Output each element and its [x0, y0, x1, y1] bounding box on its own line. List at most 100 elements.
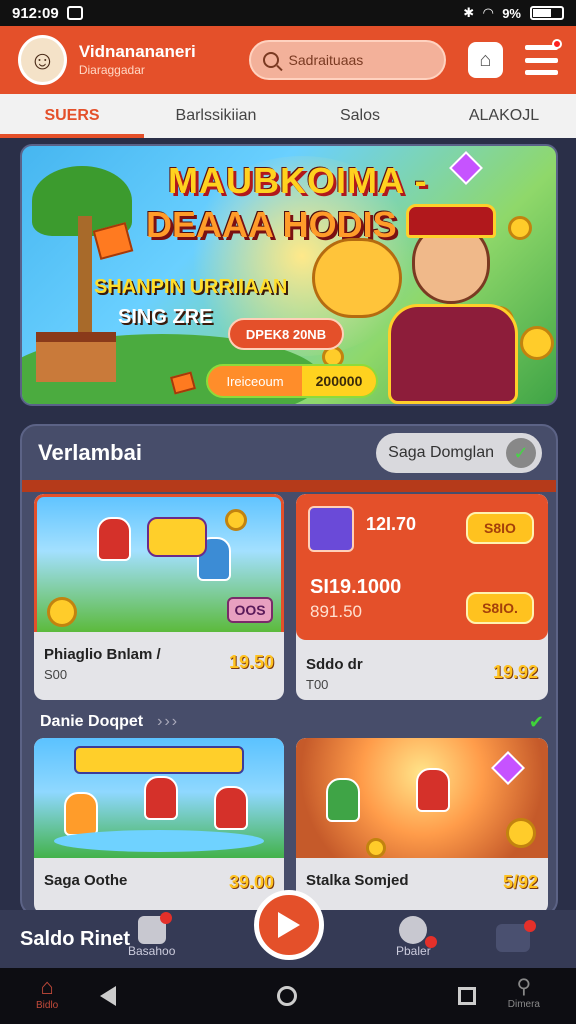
tab-alakojl[interactable]: ALAKOJL	[432, 94, 576, 138]
menu-button[interactable]	[524, 39, 563, 75]
character-icon	[214, 786, 248, 830]
tab-barlssikiian[interactable]: Barlssikiian	[144, 94, 288, 138]
coin-icon	[225, 509, 247, 531]
play-icon	[278, 912, 300, 938]
card-price: 39.00	[228, 872, 274, 892]
coin-icon	[47, 597, 77, 627]
character-icon	[97, 517, 131, 561]
offer-card[interactable]: 12I.70 SI19.1000 891.50 S8IO S8IO. Sddo …	[296, 494, 548, 700]
nav-search[interactable]: ⚲ Dimera	[508, 974, 540, 1010]
nav-search-label: Dimera	[507, 999, 540, 1010]
home-icon-button[interactable]: ⌂	[467, 42, 503, 78]
mascot-character	[382, 204, 532, 404]
toggle-label: Saga Domglan	[388, 444, 494, 461]
offer-button[interactable]: S8IO	[466, 512, 534, 544]
search-placeholder: Sadraituaas	[288, 52, 364, 68]
offer-thumbnail	[308, 506, 354, 552]
game-card[interactable]: OOS Phiaglio Bnlam / S00 19.50	[34, 494, 284, 700]
game-card[interactable]: Saga Oothe 39.00	[34, 738, 284, 914]
status-bar: 912:09 ✱ ◠ 9%	[0, 0, 576, 26]
offer-subamount: 891.50	[310, 602, 362, 621]
nav-home-label: Bidlo	[36, 1000, 59, 1011]
banner-title-line1: MAUBKOIMA -	[168, 160, 428, 201]
battery-icon	[530, 6, 564, 20]
tab-suers[interactable]: SUERS	[0, 94, 144, 138]
profile-icon	[399, 916, 438, 948]
character-icon	[64, 792, 98, 836]
offer-value: 12I.70	[366, 514, 417, 534]
offer-button-2[interactable]: S8IO.	[466, 592, 534, 624]
banner-subtitle: SHANPIN URRIIAAN	[94, 276, 288, 298]
bluetooth-icon: ✱	[463, 5, 475, 20]
coin-icon	[366, 838, 386, 858]
nav-label-left: Basahoo	[128, 944, 176, 958]
battery-percent: 9%	[502, 5, 521, 21]
character-icon	[144, 776, 178, 820]
recents-icon[interactable]	[457, 987, 476, 1005]
card-price: 5/92	[502, 872, 538, 892]
panel-toggle[interactable]: Saga Domglan ✓	[376, 433, 542, 473]
user-subtitle: Diaraggadar	[78, 63, 145, 77]
card-price: 19.50	[228, 652, 274, 672]
panel-header: Verlambai Saga Domglan ✓	[22, 426, 556, 480]
game-badge: OOS	[227, 597, 273, 623]
game-card[interactable]: Stalka Somjed 5/92	[296, 738, 548, 914]
chevron-right-icon[interactable]: ›››	[157, 713, 179, 731]
character-icon	[326, 778, 360, 822]
nav-label-right: Pbaler	[396, 944, 431, 958]
promo-banner[interactable]: MAUBKOIMA - DEAAA HODIS SHANPIN URRIIAAN…	[20, 144, 558, 406]
check-icon: ✔	[528, 711, 544, 732]
card-subtitle: T00	[306, 677, 329, 692]
card-title: Saga Oothe	[44, 872, 128, 889]
notification-dot	[552, 39, 563, 49]
banner-cta-button[interactable]: Ireiceoum 200000	[206, 364, 378, 398]
card-title: Sddo dr	[306, 656, 363, 673]
home-icon: ⌂	[40, 974, 54, 999]
gem-icon	[449, 151, 483, 185]
character-icon	[416, 768, 450, 812]
wifi-icon: ◠	[483, 5, 494, 20]
user-info: Vidnanananeri Diaraggadar	[79, 42, 235, 78]
nav-item-left[interactable]: Basahoo	[128, 912, 176, 958]
nav-item-right[interactable]: Pbaler	[396, 916, 438, 958]
banner-cta-value: 200000	[302, 366, 376, 396]
search-icon: ⚲	[516, 976, 532, 998]
check-icon: ✓	[506, 438, 536, 468]
search-input[interactable]: Sadraituaas	[248, 40, 446, 80]
nav-item-more[interactable]	[496, 920, 536, 952]
section-title: Danie Doqpet	[40, 713, 144, 730]
panel-title: Verlambai	[38, 440, 142, 465]
home-circle-icon[interactable]	[276, 986, 297, 1006]
offer-amount: SI19.1000	[310, 576, 402, 598]
card-subtitle: S00	[44, 667, 68, 682]
notification-icon	[66, 6, 83, 20]
app-header: ☺ Vidnanananeri Diaraggadar Sadraituaas …	[0, 26, 576, 94]
section-header: Danie Doqpet ››› ✔	[40, 710, 544, 734]
gift-icon	[137, 912, 172, 944]
play-button[interactable]	[254, 890, 324, 960]
tab-bar: SUERS Barlssikiian Salos ALAKOJL	[0, 94, 576, 138]
content-panel: Verlambai Saga Domglan ✓ OOS Phiaglio Bn…	[20, 424, 558, 916]
banner-promo-button[interactable]: DPEK8 20NB	[228, 318, 344, 350]
gem-icon	[491, 751, 525, 785]
game-thumbnail: OOS	[34, 494, 284, 632]
game-thumbnail	[296, 738, 548, 858]
status-time: 912:09	[12, 4, 59, 22]
coin-icon	[506, 818, 536, 848]
card-title: Phiaglio Bnlam /	[44, 646, 161, 663]
back-icon[interactable]	[100, 986, 117, 1006]
system-nav-bar: ⌂ Bidlo ⚲ Dimera	[0, 968, 576, 1024]
search-icon	[262, 52, 279, 68]
avatar[interactable]: ☺	[18, 35, 67, 85]
banner-subtitle-2: SING ZRE	[118, 306, 213, 328]
house-illustration	[36, 332, 116, 382]
appbar-label: Saldo Rinet	[20, 927, 131, 950]
lightning-icon	[496, 920, 536, 952]
banner-cta-label: Ireiceoum	[226, 373, 284, 389]
tab-salos[interactable]: Salos	[288, 94, 432, 138]
user-name: Vidnanananeri	[78, 42, 196, 61]
nav-home[interactable]: ⌂ Bidlo	[36, 974, 58, 1011]
card-price: 19.92	[492, 662, 538, 682]
card-title: Stalka Somjed	[306, 872, 409, 889]
game-thumbnail	[34, 738, 284, 858]
